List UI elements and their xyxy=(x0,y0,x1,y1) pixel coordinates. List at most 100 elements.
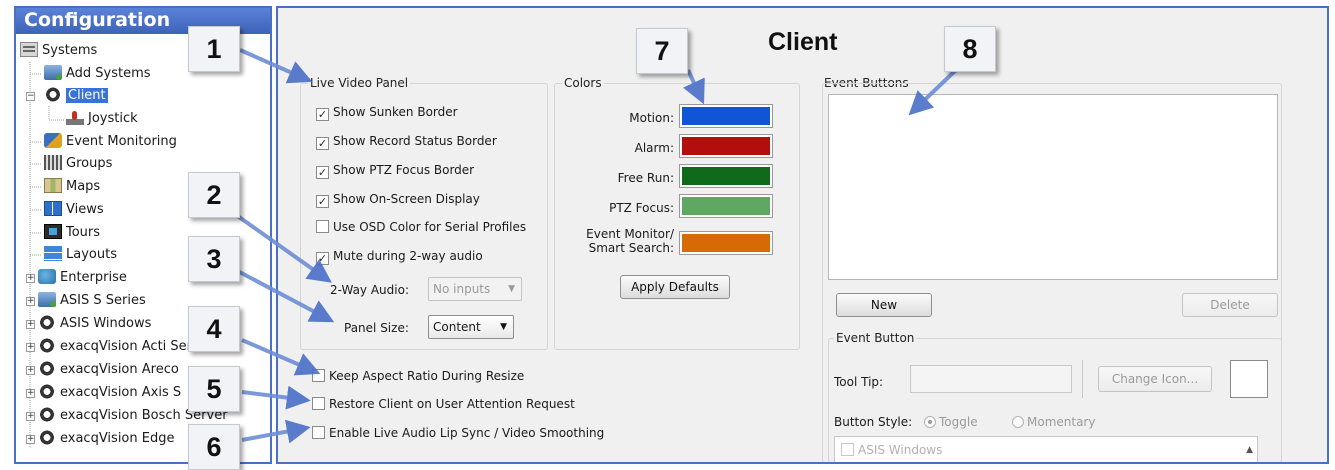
tree-item-label: Tours xyxy=(66,225,101,240)
keep-aspect-ratio-checkbox[interactable]: Keep Aspect Ratio During Resize xyxy=(312,367,524,385)
gear-icon xyxy=(38,384,56,399)
tree-expand-enterprise[interactable]: + xyxy=(26,274,35,283)
free-run-color-swatch[interactable] xyxy=(679,164,773,188)
tree-expand-axis[interactable]: + xyxy=(26,389,35,398)
new-event-button[interactable]: New xyxy=(836,293,932,317)
callout-8: 8 xyxy=(944,26,996,72)
two-way-audio-select[interactable]: No inputs ▼ xyxy=(428,277,522,301)
tree-item-label: Enterprise xyxy=(60,270,127,285)
tree-item-asis-windows[interactable]: ASIS Windows xyxy=(38,313,151,335)
motion-color-swatch[interactable] xyxy=(679,104,773,128)
tool-tip-input[interactable] xyxy=(910,365,1072,393)
tree-item-label: Add Systems xyxy=(66,66,151,81)
maps-icon xyxy=(44,178,62,193)
ptz-focus-color-label: PTZ Focus: xyxy=(609,201,674,215)
event-monitoring-icon xyxy=(44,133,62,148)
chevron-down-icon: ▼ xyxy=(500,322,507,332)
tree-item-add-systems[interactable]: Add Systems xyxy=(44,63,151,85)
tree-item-client[interactable]: Client xyxy=(44,85,108,107)
tree-item-exacqvision-edge[interactable]: exacqVision Edge xyxy=(38,428,174,450)
momentary-radio[interactable]: Momentary xyxy=(1012,414,1095,430)
live-video-panel-group xyxy=(300,83,548,350)
tree-item-exacqvision-areco[interactable]: exacqVision Areco xyxy=(38,359,179,381)
use-osd-color-checkbox[interactable]: Use OSD Color for Serial Profiles xyxy=(316,218,526,236)
tree-item-label: exacqVision Edge xyxy=(60,431,175,446)
tree-item-exacqvision-axis[interactable]: exacqVision Axis S xyxy=(38,382,181,404)
delete-event-button[interactable]: Delete xyxy=(1182,293,1278,317)
show-ptz-focus-border-checkbox[interactable]: ✓ Show PTZ Focus Border xyxy=(316,161,474,179)
checkbox-label: Enable Live Audio Lip Sync / Video Smoot… xyxy=(329,426,605,440)
apply-defaults-button[interactable]: Apply Defaults xyxy=(620,275,730,299)
tree-item-label: Maps xyxy=(66,179,101,194)
tree-item-event-monitoring[interactable]: Event Monitoring xyxy=(44,131,177,153)
panel-size-value: Content xyxy=(433,320,481,334)
ptz-focus-color-swatch[interactable] xyxy=(679,194,773,218)
callout-6: 6 xyxy=(188,424,240,470)
tree-item-label: Client xyxy=(66,88,108,103)
tree-item-groups[interactable]: Groups xyxy=(44,153,112,175)
callout-2: 2 xyxy=(188,172,240,218)
restore-client-checkbox[interactable]: Restore Client on User Attention Request xyxy=(312,395,575,413)
tree-expand-asis-windows[interactable]: + xyxy=(26,320,35,329)
tree-item-asis-s-series[interactable]: ASIS S Series xyxy=(38,290,146,312)
tree-collapse-client[interactable]: − xyxy=(26,92,35,101)
tree-expand-asis-s-series[interactable]: + xyxy=(26,297,35,306)
show-record-status-border-checkbox[interactable]: ✓ Show Record Status Border xyxy=(316,132,497,150)
tree-item-label: Systems xyxy=(42,43,98,58)
checkbox-box: ✓ xyxy=(316,166,329,179)
layouts-icon xyxy=(44,246,62,261)
server-icon xyxy=(44,65,62,80)
tree-item-label: exacqVision Areco xyxy=(60,362,179,377)
tree-item-tours[interactable]: Tours xyxy=(44,222,100,244)
tree-item-layouts[interactable]: Layouts xyxy=(44,244,117,266)
enable-lip-sync-checkbox[interactable]: Enable Live Audio Lip Sync / Video Smoot… xyxy=(312,424,604,442)
panel-size-select[interactable]: Content ▼ xyxy=(428,315,514,339)
show-on-screen-display-checkbox[interactable]: ✓ Show On-Screen Display xyxy=(316,190,480,208)
checkbox-box: ✓ xyxy=(316,108,329,121)
gear-icon xyxy=(38,430,56,445)
scroll-up-icon[interactable]: ▲ xyxy=(1246,445,1253,455)
event-buttons-list[interactable] xyxy=(828,94,1278,280)
tree-item-label: ASIS Windows xyxy=(60,316,152,331)
tree-item-joystick[interactable]: Joystick xyxy=(66,108,138,130)
callout-3: 3 xyxy=(188,236,240,282)
mute-during-2way-audio-checkbox[interactable]: ✓ Mute during 2-way audio xyxy=(316,247,483,265)
tree-item-exacqvision-acti-server[interactable]: exacqVision Acti Server xyxy=(38,336,213,358)
tree-item-label: Views xyxy=(66,202,104,217)
toggle-radio[interactable]: Toggle xyxy=(924,414,978,430)
gear-icon xyxy=(38,315,56,330)
checkbox-label: Show Record Status Border xyxy=(333,134,497,148)
checkbox-label: Use OSD Color for Serial Profiles xyxy=(333,220,527,234)
tree-item-label: Layouts xyxy=(66,247,117,262)
tree-expand-acti-server[interactable]: + xyxy=(26,343,35,352)
alarm-color-swatch[interactable] xyxy=(679,134,773,158)
callout-4: 4 xyxy=(188,306,240,352)
callout-1: 1 xyxy=(188,26,240,72)
checkbox-box xyxy=(312,426,325,439)
systems-list-item[interactable]: ASIS Windows xyxy=(841,443,942,457)
tree-item-enterprise[interactable]: Enterprise xyxy=(38,267,127,289)
tours-icon xyxy=(44,224,62,239)
tree-expand-areco[interactable]: + xyxy=(26,366,35,375)
show-sunken-border-checkbox[interactable]: ✓ Show Sunken Border xyxy=(316,103,458,121)
tree-item-views[interactable]: Views xyxy=(44,199,104,221)
gear-icon xyxy=(38,361,56,376)
groups-icon xyxy=(44,155,62,170)
toggle-label: Toggle xyxy=(939,415,978,429)
checkbox-label: Mute during 2-way audio xyxy=(333,249,483,263)
tree-item-label: exacqVision Axis S xyxy=(60,385,182,400)
alarm-color-label: Alarm: xyxy=(634,141,674,155)
event-monitor-color-swatch[interactable] xyxy=(679,231,773,255)
tree-item-systems[interactable]: Systems xyxy=(20,40,97,62)
systems-icon xyxy=(20,42,38,57)
checkbox-label: Show PTZ Focus Border xyxy=(333,163,475,177)
tree-expand-bosch-server[interactable]: + xyxy=(26,412,35,421)
button-style-label: Button Style: xyxy=(834,415,913,429)
event-button-systems-list[interactable]: ASIS Windows ▲ xyxy=(834,436,1258,462)
chevron-down-icon: ▼ xyxy=(508,284,515,294)
motion-color-label: Motion: xyxy=(629,111,674,125)
change-icon-button[interactable]: Change Icon... xyxy=(1098,366,1212,392)
tree-expand-edge[interactable]: + xyxy=(26,435,35,444)
callout-7: 7 xyxy=(636,28,688,74)
tree-item-maps[interactable]: Maps xyxy=(44,176,100,198)
